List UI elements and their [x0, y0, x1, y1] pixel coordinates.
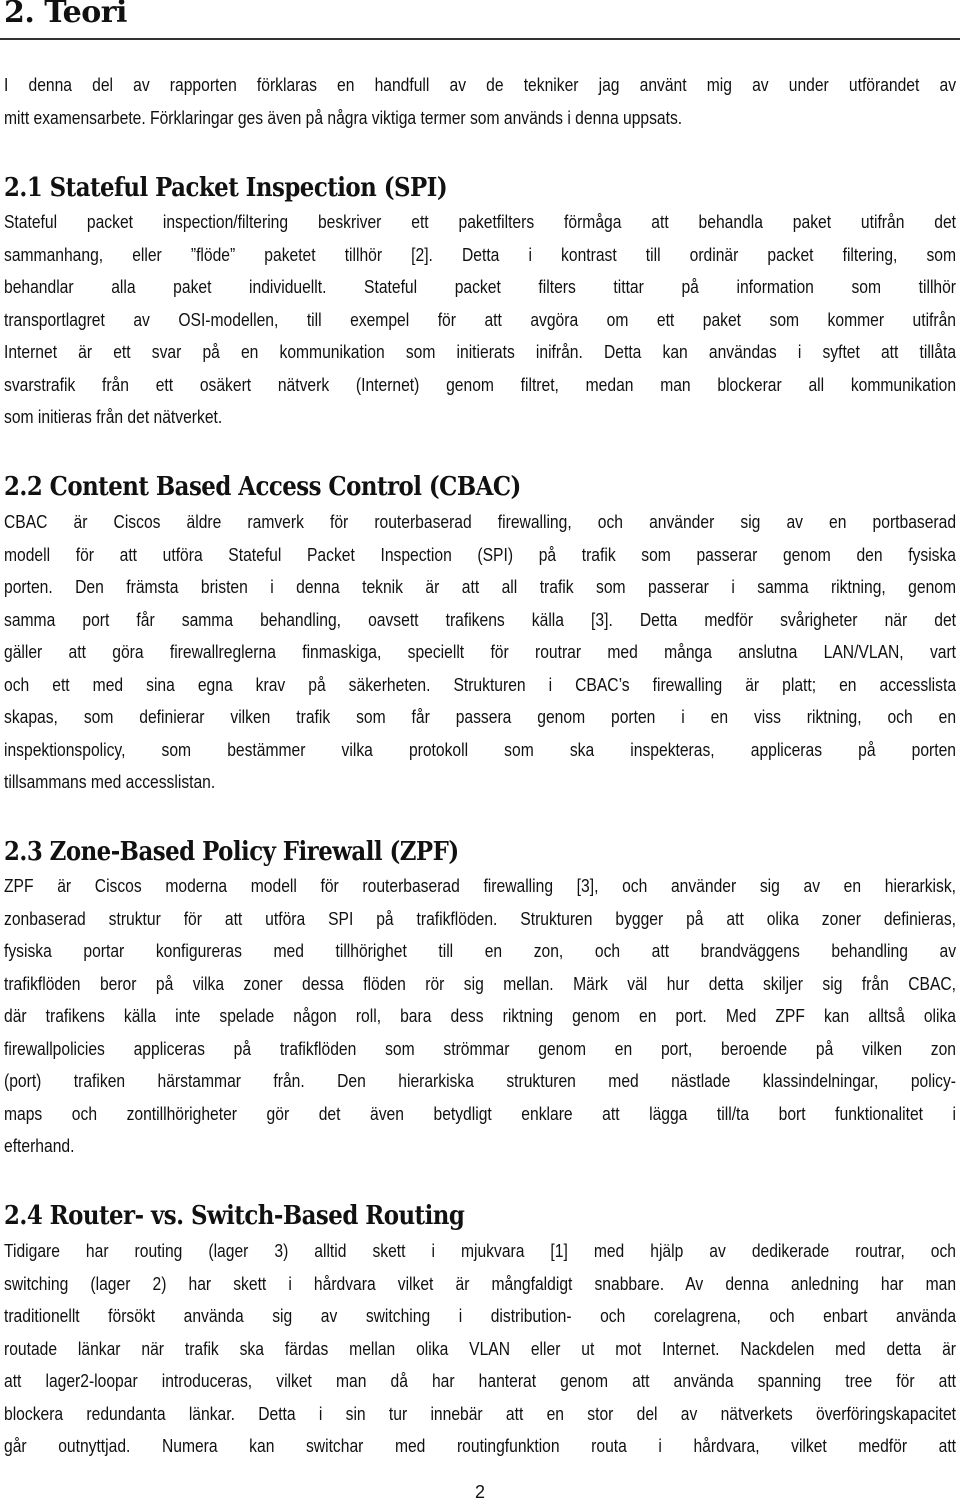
- text-line: som initieras från det nätverket.: [4, 407, 223, 427]
- text-line: transportlagret av OSI-modellen, till ex…: [4, 309, 957, 330]
- text-line: ZPF är Ciscos moderna modell för routerb…: [4, 876, 957, 896]
- section-paragraph-spi: Stateful packet inspection/filtering bes…: [4, 206, 956, 434]
- section-heading-cbac: 2.2 Content Based Access Control (CBAC): [4, 472, 521, 502]
- text-line: tillsammans med accesslistan.: [4, 772, 216, 792]
- text-line: svarstrafik från ett osäkert nätverk (In…: [4, 374, 957, 395]
- text-line: (port) trafiken härstammar från. Den hie…: [4, 1071, 957, 1091]
- page-number: 2: [474, 1482, 485, 1502]
- text-line: firewallpolicies appliceras på trafikflö…: [4, 1038, 957, 1059]
- text-line: inspektionspolicy, som bestämmer vilka p…: [4, 739, 957, 760]
- intro-paragraph: I denna del av rapporten förklaras en ha…: [4, 69, 956, 134]
- text-line: Tidigare har routing (lager 3) alltid sk…: [4, 1241, 957, 1261]
- text-line: routade länkar när trafik ska färdas mel…: [4, 1338, 957, 1359]
- text-line: porten. Den främsta bristen i denna tekn…: [4, 577, 957, 597]
- text-line: sammanhang, eller ”flöde” paketet tillhö…: [4, 244, 957, 265]
- text-line: mitt examensarbete. Förklaringar ges äve…: [4, 107, 683, 128]
- text-line: switching (lager 2) har skett i hårdvara…: [4, 1273, 957, 1294]
- text-line: att lager2-loopar introduceras, vilket m…: [4, 1371, 957, 1391]
- text-line: gäller att göra firewallreglerna finmask…: [4, 642, 957, 662]
- text-line: där trafikens källa inte spelade någon r…: [4, 1006, 957, 1026]
- text-line: blockera redundanta länkar. Detta i sin …: [4, 1403, 957, 1424]
- text-line: skapas, som definierar vilken trafik som…: [4, 707, 957, 727]
- section-paragraph-routing: Tidigare har routing (lager 3) alltid sk…: [4, 1235, 956, 1463]
- text-line: maps och zontillhörigheter gör det även …: [4, 1103, 957, 1124]
- text-line: zonbaserad struktur för att utföra SPI p…: [4, 908, 957, 929]
- text-line: CBAC är Ciscos äldre ramverk för routerb…: [4, 512, 957, 532]
- text-line: går outnyttjad. Numera kan switchar med …: [4, 1436, 957, 1456]
- section-heading-routing: 2.4 Router- vs. Switch-Based Routing: [4, 1201, 465, 1231]
- text-line: I denna del av rapporten förklaras en ha…: [4, 75, 957, 95]
- section-paragraph-zpf: ZPF är Ciscos moderna modell för routerb…: [4, 870, 956, 1163]
- text-line: behandlar alla paket individuellt. State…: [4, 277, 957, 297]
- section-heading-zpf: 2.3 Zone-Based Policy Firewall (ZPF): [4, 837, 459, 867]
- document-page: 2. Teori I denna del av rapporten förkla…: [0, 0, 960, 1505]
- text-line: modell för att utföra Stateful Packet In…: [4, 544, 957, 565]
- section-paragraph-cbac: CBAC är Ciscos äldre ramverk för routerb…: [4, 506, 956, 799]
- section-heading-spi: 2.1 Stateful Packet Inspection (SPI): [4, 173, 448, 203]
- text-line: efterhand.: [4, 1136, 75, 1156]
- heading-rule: [0, 38, 960, 40]
- text-line: traditionellt försökt använda sig av swi…: [4, 1306, 957, 1326]
- text-line: Stateful packet inspection/filtering bes…: [4, 212, 957, 232]
- text-line: fysiska portar konfigureras med tillhöri…: [4, 941, 957, 961]
- text-line: trafikflöden beror på vilka zoner dessa …: [4, 973, 957, 994]
- text-line: och ett med sina egna krav på säkerheten…: [4, 674, 957, 695]
- text-line: samma port får samma behandling, oavsett…: [4, 609, 957, 630]
- chapter-heading: 2. Teori: [4, 0, 127, 30]
- text-line: Internet är ett svar på en kommunikation…: [4, 342, 957, 362]
